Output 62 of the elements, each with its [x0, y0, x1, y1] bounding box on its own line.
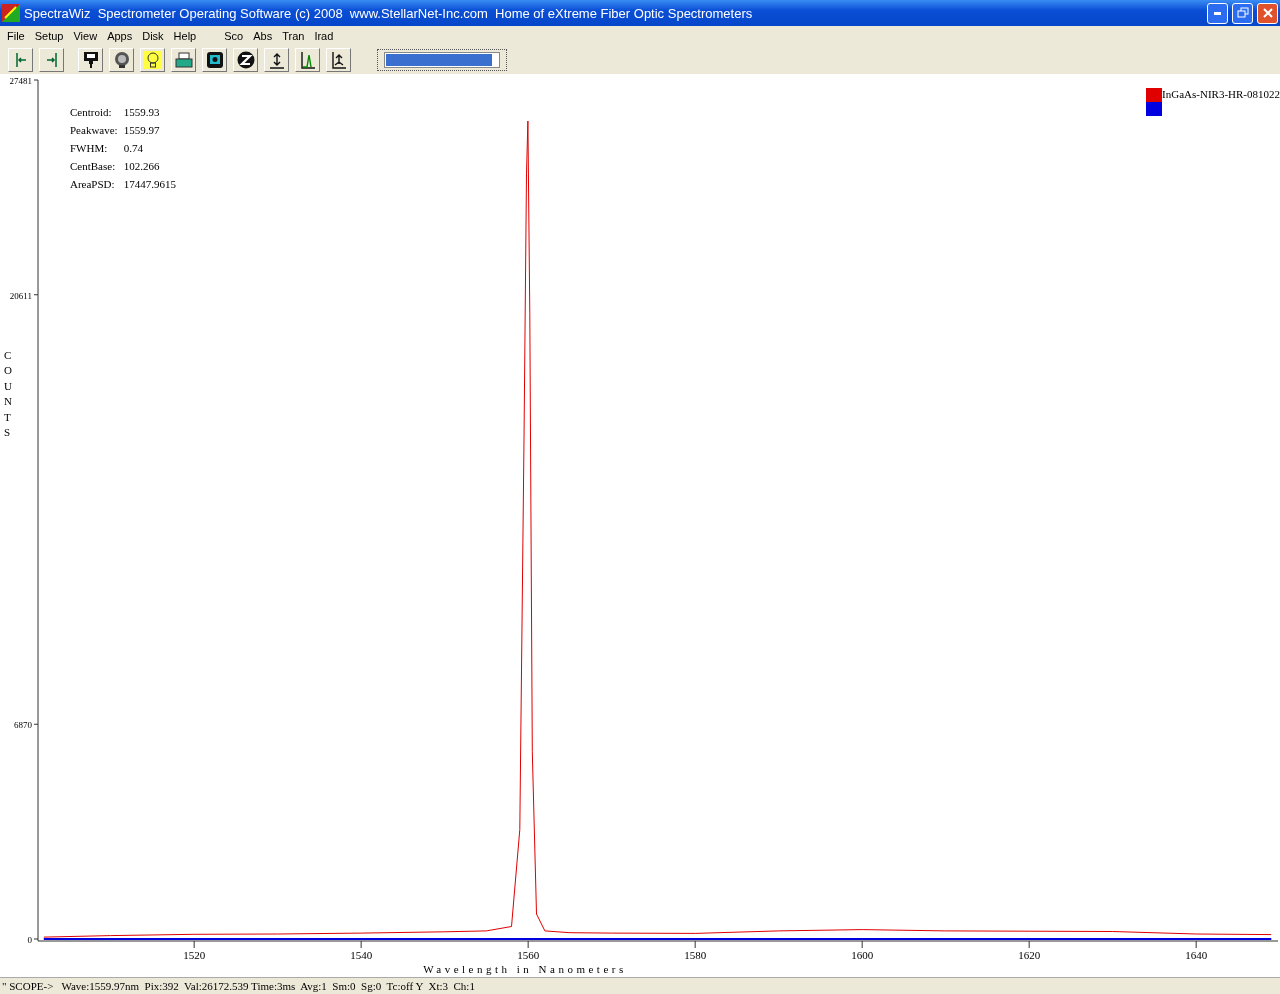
x-tick-label: 1600 — [851, 949, 874, 961]
stat-value: 17447.9615 — [123, 178, 176, 190]
printer-icon — [174, 51, 193, 68]
peak-graph-icon — [299, 50, 316, 69]
stat-label: AreaPSD: — [70, 178, 116, 190]
menu-item[interactable]: Tran — [277, 29, 310, 42]
right-bar-arrow-icon — [44, 51, 59, 68]
toolbar-button[interactable] — [264, 47, 289, 72]
x-tick-label: 1640 — [1185, 949, 1208, 961]
y-tick-label: 0 — [27, 935, 32, 945]
x-tick-label: 1620 — [1018, 949, 1041, 961]
y-tick-label: 20611 — [9, 290, 32, 301]
stat-label: Peakwave: — [70, 124, 118, 136]
toolbar-button[interactable] — [295, 47, 320, 72]
minimize-button[interactable] — [1207, 2, 1228, 24]
stat-value: 102.266 — [123, 160, 161, 172]
x-tick-label: 1580 — [684, 949, 707, 961]
status-bar: " SCOPE-> Wave:1559.97nm Pix:392 Val:26172.539 Time:3ms Avg:1 Sm:0 Sg:0 Tc:off Y Xt:3 Ch:1 — [0, 977, 1280, 994]
menu-item[interactable]: Help — [168, 29, 202, 42]
stat-label: CentBase: — [70, 160, 117, 172]
menu-item[interactable]: Abs — [248, 29, 278, 42]
legend-label: InGaAs-NIR3-HR-081022 — [1162, 88, 1280, 102]
stamp-icon — [82, 50, 99, 69]
x-tick-label: 1520 — [183, 949, 206, 961]
toolbar-button[interactable] — [326, 47, 351, 72]
menu-item[interactable]: File — [2, 29, 30, 42]
x-tick-label: 1540 — [350, 949, 373, 961]
menu-item[interactable]: Irad — [309, 29, 339, 42]
stat-label: FWHM: — [70, 142, 109, 154]
y-tick-label: 27481 — [9, 76, 32, 86]
toolbar-button[interactable] — [202, 47, 227, 72]
menu-item[interactable]: Setup — [29, 29, 69, 42]
y-axis-label: COUNTS — [4, 348, 13, 440]
menu-item[interactable]: Disk — [137, 29, 169, 42]
stat-label: Centroid: — [70, 106, 113, 118]
toolbar-button[interactable] — [109, 47, 134, 72]
z-icon — [236, 50, 255, 69]
menu-item[interactable]: Apps — [102, 29, 138, 42]
lamp-icon — [112, 50, 131, 69]
close-icon — [1261, 7, 1274, 19]
toolbar-button[interactable] — [171, 47, 196, 72]
minimize-icon — [1214, 11, 1221, 15]
x-tick-label: 1560 — [517, 949, 540, 961]
light-bulb-icon — [143, 50, 162, 69]
window-title: SpectraWiz Spectrometer Operating Software (c) 2008 www.StellarNet-Inc.com Home of eXtreme Fiber Optic Spectrometers — [24, 5, 754, 21]
left-bar-arrow-icon — [13, 51, 28, 68]
monitor-icon — [205, 50, 224, 69]
menu-item[interactable]: Sco — [219, 29, 249, 42]
stat-value: 1559.97 — [123, 124, 161, 136]
up-arrow-graph-icon — [330, 50, 347, 69]
close-button[interactable] — [1257, 2, 1278, 24]
y-tick-label: 6870 — [14, 720, 32, 731]
toolbar-button[interactable] — [78, 47, 103, 72]
toolbar-button[interactable] — [140, 47, 165, 72]
restore-icon — [1236, 7, 1249, 19]
stat-value: 0.74 — [123, 142, 144, 154]
menu-item[interactable]: View — [68, 29, 103, 42]
stat-value: 1559.93 — [123, 106, 161, 118]
app-icon — [2, 4, 20, 22]
x-axis-label: Wavelength in Nanometers — [423, 963, 627, 975]
toolbar-button[interactable] — [233, 47, 258, 72]
restore-button[interactable] — [1232, 2, 1253, 24]
